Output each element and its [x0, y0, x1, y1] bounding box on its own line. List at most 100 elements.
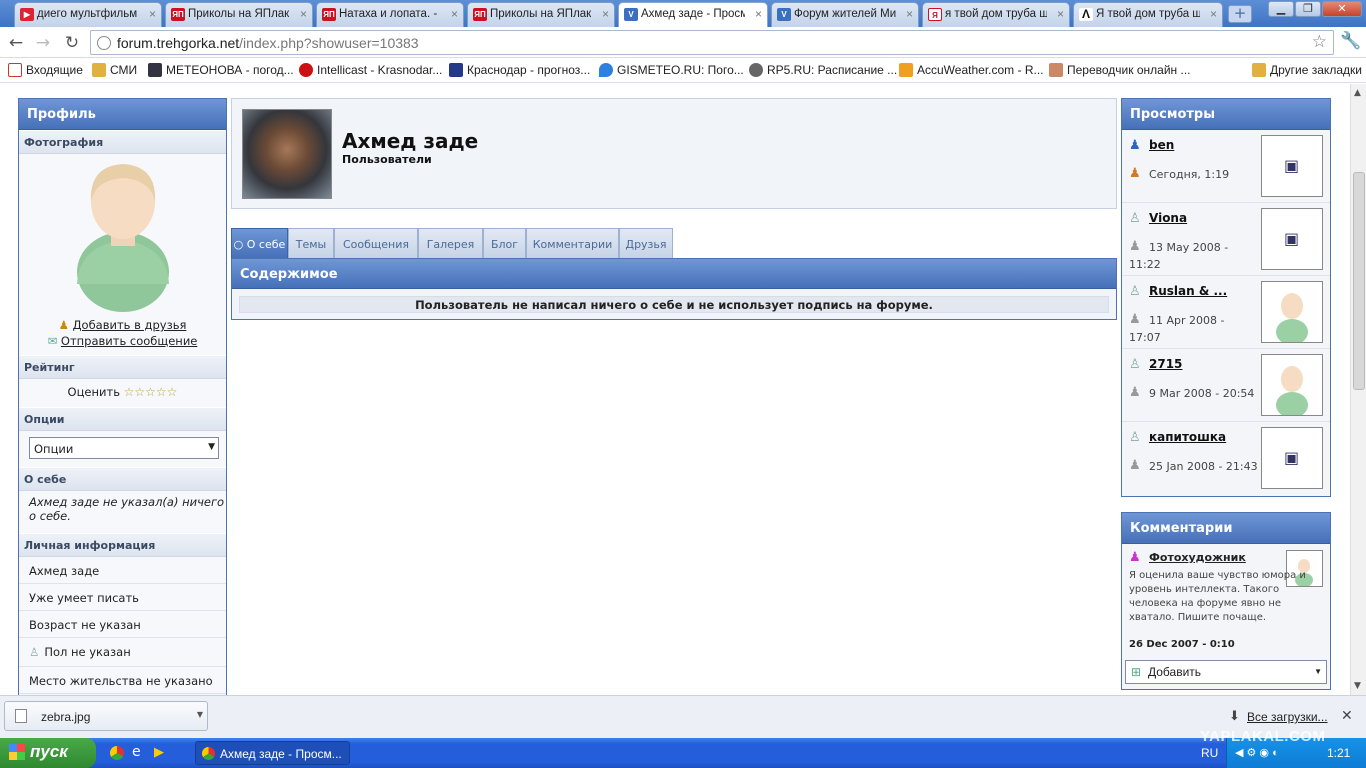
tab-messages[interactable]: Сообщения — [334, 228, 418, 259]
broken-image-icon: ▣ — [1284, 156, 1300, 175]
browser-tab-3[interactable]: ЯП Приколы на ЯПлака × — [467, 2, 615, 27]
tab-friends[interactable]: Друзья — [619, 228, 673, 259]
url-path: /index.php?showuser=10383 — [239, 35, 419, 51]
yandex-icon: Я — [928, 8, 942, 21]
bookmark-gismeteo[interactable]: GISMETEO.RU: Пого... — [599, 63, 744, 77]
chrome-quicklaunch-icon[interactable] — [110, 746, 124, 760]
close-tab-icon[interactable]: × — [300, 7, 307, 21]
browser-tab-1[interactable]: ЯППриколы на ЯПлакаЛ× — [165, 2, 313, 27]
tab-topics[interactable]: Темы — [288, 228, 334, 259]
forward-arrow-icon[interactable]: → — [32, 32, 54, 54]
taskbar-window-chrome[interactable]: Ахмед заде - Просм... — [195, 741, 350, 765]
meteonova-icon — [148, 63, 162, 77]
close-download-bar-icon[interactable]: ✕ — [1341, 708, 1353, 724]
water-drop-icon — [599, 63, 613, 77]
close-tab-icon[interactable]: × — [755, 7, 762, 21]
profile-panel-title: Профиль — [19, 99, 226, 130]
user-offline-icon: ♙ — [1129, 430, 1141, 445]
viewer-name-link[interactable]: Viona — [1149, 211, 1187, 225]
download-filename: zebra.jpg — [41, 710, 91, 724]
profile-actions: ♟ Добавить в друзья ✉ Отправить сообщени… — [19, 317, 226, 355]
close-window-button[interactable]: ✕ — [1322, 1, 1362, 17]
bookmark-accuweather[interactable]: AccuWeather.com - R... — [899, 63, 1044, 77]
language-indicator[interactable]: RU — [1201, 746, 1218, 760]
other-bookmarks[interactable]: Другие закладки — [1252, 63, 1362, 77]
reload-icon[interactable]: ↻ — [61, 32, 83, 54]
comment-author-link[interactable]: Фотохудожник — [1149, 551, 1246, 564]
user-offline-icon: ♙ — [1129, 284, 1141, 299]
rating-stars-icon[interactable]: ☆☆☆☆☆ — [124, 385, 178, 399]
add-comment-select[interactable]: ⊞ Добавить ▼ — [1125, 660, 1327, 684]
folder-icon — [1252, 63, 1266, 77]
viewer-name-link[interactable]: 2715 — [1149, 357, 1182, 371]
send-message-link[interactable]: Отправить сообщение — [61, 334, 197, 348]
options-row: Опции ▼ — [19, 431, 226, 467]
close-tab-icon[interactable]: × — [906, 7, 913, 21]
browser-tab-4-active[interactable]: V Ахмед заде - Просм × — [618, 2, 768, 27]
viewer-name-link[interactable]: Ruslan & ... — [1149, 284, 1227, 298]
ie-quicklaunch-icon[interactable]: e — [132, 744, 141, 760]
bookmark-rp5[interactable]: RP5.RU: Расписание ... — [749, 63, 897, 77]
tab-blog[interactable]: Блог — [483, 228, 526, 259]
bookmark-translator[interactable]: Переводчик онлайн ... — [1049, 63, 1190, 77]
scroll-up-icon[interactable]: ▲ — [1354, 88, 1361, 98]
scroll-down-icon[interactable]: ▼ — [1354, 681, 1361, 691]
browser-tab-6[interactable]: Яя твой дом труба ш × — [922, 2, 1070, 27]
close-tab-icon[interactable]: × — [1057, 7, 1064, 21]
chevron-down-icon[interactable]: ▼ — [197, 710, 203, 719]
url-text[interactable]: forum.trehgorka.net/index.php?showuser=1… — [117, 35, 419, 51]
view-date-text: 25 Jan 2008 - 21:43 — [1149, 460, 1258, 473]
bookmark-star-icon[interactable]: ☆ — [1312, 32, 1327, 52]
page-scrollbar[interactable]: ▲ ▼ — [1350, 84, 1366, 695]
bookmark-inbox[interactable]: Входящие — [8, 63, 83, 77]
tab-comments[interactable]: Комментарии — [526, 228, 619, 259]
back-arrow-icon[interactable]: ← — [5, 32, 27, 54]
media-quicklaunch-icon[interactable]: ▶ — [154, 745, 164, 760]
tab-about[interactable]: ○ О себе — [231, 228, 288, 259]
view-row: ♙ 2715 ♟ 9 Mar 2008 - 20:54 — [1122, 349, 1330, 422]
close-tab-icon[interactable]: × — [451, 7, 458, 21]
viewer-name-link[interactable]: капитошка — [1149, 430, 1226, 444]
all-downloads-link[interactable]: Все загрузки... — [1247, 710, 1328, 724]
watermark: YAPLAKAL.COM — [1200, 728, 1326, 745]
download-item[interactable]: zebra.jpg ▼ — [4, 701, 208, 731]
scrollbar-thumb[interactable] — [1353, 172, 1365, 390]
bookmark-intellicast[interactable]: Intellicast - Krasnodar... — [299, 63, 442, 77]
bookmark-smi[interactable]: СМИ — [92, 63, 137, 77]
viewer-avatar[interactable] — [1261, 281, 1323, 345]
viewer-avatar[interactable] — [1261, 354, 1323, 418]
add-friend-link[interactable]: Добавить в друзья — [73, 318, 187, 332]
browser-tab-2[interactable]: ЯП Натаха и лопата. - Г × — [316, 2, 464, 27]
start-button[interactable]: пуск — [0, 738, 96, 768]
user-female-icon: ♟ — [1129, 550, 1141, 565]
minimize-button[interactable]: ▁ — [1268, 1, 1294, 17]
add-user-icon: ♟ — [58, 318, 69, 332]
close-tab-icon[interactable]: × — [602, 7, 609, 21]
wrench-icon[interactable]: 🔧 — [1340, 31, 1361, 51]
viewer-avatar[interactable]: ▣ — [1261, 135, 1323, 197]
bookmark-meteonova[interactable]: МЕТЕОНОВА - погод... — [148, 63, 294, 77]
viewer-avatar[interactable]: ▣ — [1261, 208, 1323, 270]
comments-panel: Комментарии ♟ Фотохудожник Я оценила ваш… — [1121, 512, 1331, 690]
clock[interactable]: 1:21 — [1327, 746, 1350, 760]
web-page: Профиль Фотография ♟ Добавить в друзья ✉… — [0, 84, 1350, 695]
close-tab-icon[interactable]: × — [1210, 7, 1217, 21]
address-bar[interactable]: forum.trehgorka.net/index.php?showuser=1… — [90, 30, 1334, 55]
browser-tab-5[interactable]: V Форум жителей Мик × — [771, 2, 919, 27]
browser-tab-0[interactable]: ▶ диего мультфильм н × — [14, 2, 162, 27]
viewer-name-link[interactable]: ben — [1149, 138, 1174, 152]
photo-section-label: Фотография — [19, 130, 226, 154]
close-tab-icon[interactable]: × — [149, 7, 156, 21]
comments-title: Комментарии — [1122, 513, 1330, 544]
viewer-avatar[interactable]: ▣ — [1261, 427, 1323, 489]
options-section-label: Опции — [19, 407, 226, 431]
new-tab-button[interactable]: + — [1228, 5, 1252, 23]
tab-gallery[interactable]: Галерея — [418, 228, 483, 259]
maximize-button[interactable]: ❐ — [1295, 1, 1321, 17]
bookmark-krasnodar[interactable]: Краснодар - прогноз... — [449, 63, 590, 77]
browser-toolbar: ← → ↻ forum.trehgorka.net/index.php?show… — [0, 27, 1366, 58]
sun-icon — [899, 63, 913, 77]
tray-icons[interactable]: ◀ ⚙ ◉ ◐ — [1235, 746, 1279, 759]
options-select[interactable]: Опции ▼ — [29, 437, 219, 459]
browser-tab-7[interactable]: ΛЯ твой дом труба ш × — [1073, 2, 1223, 27]
